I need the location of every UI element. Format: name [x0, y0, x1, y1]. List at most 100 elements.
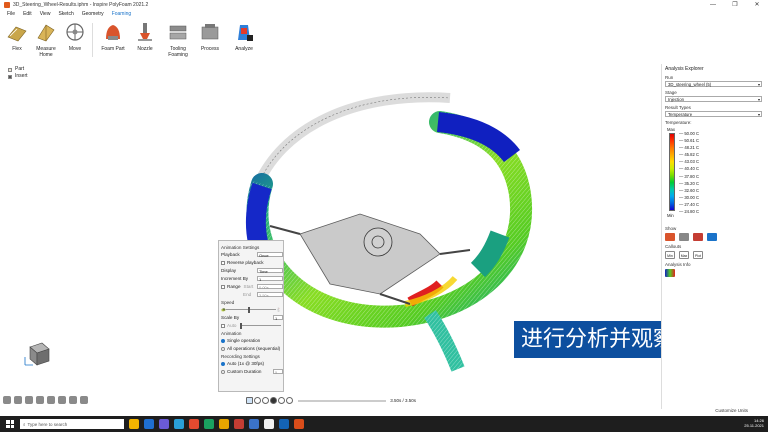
view-tool-icon[interactable]	[36, 396, 44, 404]
taskbar-app-icon[interactable]	[189, 419, 199, 429]
animation-settings-toggle-icon[interactable]	[246, 397, 253, 404]
hub	[363, 227, 393, 257]
stage-select[interactable]: Injection	[665, 96, 762, 103]
playback-bar: 3.50s / 3.50s	[246, 396, 416, 405]
reverse-row: Reverse playback	[221, 259, 281, 266]
auto-fps-radio[interactable]	[221, 361, 225, 366]
view-cube[interactable]	[22, 339, 52, 369]
menu-edit[interactable]: Edit	[19, 10, 36, 19]
view-tool-icon[interactable]	[69, 396, 77, 404]
taskbar-search[interactable]: ⌕ Type here to search	[20, 419, 124, 429]
timeline-slider[interactable]	[298, 399, 387, 402]
taskbar-app-icon[interactable]	[279, 419, 289, 429]
taskbar-app-icon[interactable]	[219, 419, 229, 429]
show-nozzle-icon[interactable]	[693, 233, 703, 241]
taskbar-app-icon[interactable]	[144, 419, 154, 429]
run-select[interactable]: 3D_steering_wheel (5)	[665, 81, 762, 88]
next-frame-icon[interactable]	[286, 397, 293, 404]
legend-tick: — 27.40 C	[679, 201, 700, 207]
menu-foaming[interactable]: Foaming	[107, 10, 136, 20]
speed-slider[interactable]	[225, 306, 277, 313]
analyze-button[interactable]: Analyze	[227, 21, 261, 52]
reverse-checkbox[interactable]	[221, 260, 225, 265]
taskbar-app-icon[interactable]	[294, 419, 304, 429]
maximize-button[interactable]: ❐	[724, 0, 746, 10]
play-icon[interactable]	[278, 397, 285, 404]
show-part-icon[interactable]	[665, 233, 675, 241]
playback-select[interactable]: Once	[257, 252, 283, 258]
custom-duration-input[interactable]: 5	[273, 369, 283, 375]
menu-file[interactable]: File	[3, 10, 19, 19]
animation-label: Animation	[221, 331, 242, 336]
display-select[interactable]: Time	[257, 268, 283, 274]
units-status[interactable]: Customize Units	[715, 408, 748, 413]
single-op-radio[interactable]	[221, 338, 225, 343]
menu-view[interactable]: View	[36, 10, 55, 19]
increment-input[interactable]: 1	[257, 276, 283, 282]
temperature-legend: Max Min — 50.00 C — 50.61 C — 48.21 C — 45.…	[665, 127, 765, 223]
custom-duration-radio[interactable]	[221, 369, 225, 374]
legend-tick: — 45.82 C	[679, 152, 700, 158]
scale-slider[interactable]	[240, 322, 281, 329]
prev-frame-icon[interactable]	[262, 397, 269, 404]
callout-max-icon[interactable]: Max	[679, 251, 689, 259]
range-checkbox[interactable]	[221, 284, 225, 289]
taskbar: ⌕ Type here to search 14:26 25.11.2021	[0, 416, 768, 432]
show-insert-icon[interactable]	[679, 233, 689, 241]
taskbar-app-icon[interactable]	[174, 419, 184, 429]
callout-min-icon[interactable]: Min	[665, 251, 675, 259]
system-clock[interactable]: 14:26 25.11.2021	[744, 418, 764, 428]
menu-sketch[interactable]: Sketch	[54, 10, 77, 19]
start-input[interactable]: 0.00s	[257, 284, 283, 290]
explorer-title: Analysis Explorer	[665, 66, 704, 72]
first-frame-icon[interactable]	[254, 397, 261, 404]
analysis-info-icon[interactable]	[665, 269, 675, 277]
view-tool-icon[interactable]	[47, 396, 55, 404]
foam-part-button[interactable]: Foam Part	[96, 21, 130, 52]
view-tool-icon[interactable]	[58, 396, 66, 404]
increment-label: Increment By	[221, 276, 249, 281]
analysis-explorer: Analysis Explorer Run 3D_steering_wheel …	[661, 64, 768, 409]
taskbar-app-icon[interactable]	[249, 419, 259, 429]
menu-geometry[interactable]: Geometry	[78, 10, 108, 19]
auto-scale-checkbox[interactable]	[221, 323, 225, 328]
callout-plot-icon[interactable]: Plot	[693, 251, 703, 259]
taskbar-app-icon[interactable]	[129, 419, 139, 429]
taskbar-app-icon[interactable]	[204, 419, 214, 429]
nozzle-button[interactable]: Nozzle	[128, 21, 162, 52]
range-label: Range	[227, 284, 241, 289]
view-tool-icon[interactable]	[25, 396, 33, 404]
measure-icon	[35, 21, 57, 43]
windows-start-icon[interactable]	[6, 420, 14, 428]
all-op-radio[interactable]	[221, 346, 225, 351]
taskbar-app-icon[interactable]	[234, 419, 244, 429]
end-row: End 3.50s	[221, 291, 283, 298]
tooling-foaming-button[interactable]: Tooling Foaming	[161, 21, 195, 58]
minimize-button[interactable]: —	[702, 0, 724, 10]
legend-color-bar	[669, 133, 675, 211]
nozzle-icon	[134, 21, 156, 43]
scale-label: Scale By	[221, 315, 240, 320]
custom-duration-row: Custom Duration 5	[221, 368, 283, 375]
result-types-select[interactable]: Temperature	[665, 111, 762, 118]
move-button[interactable]: Move	[58, 21, 92, 52]
foam-part-icon	[102, 21, 124, 43]
taskbar-app-icon[interactable]	[159, 419, 169, 429]
view-tool-icon[interactable]	[14, 396, 22, 404]
legend-tick: — 37.80 C	[679, 173, 700, 179]
process-button[interactable]: Process	[193, 21, 227, 52]
cold-segment-top	[436, 112, 520, 163]
analyze-label: Analyze	[235, 46, 253, 52]
view-tool-icon[interactable]	[80, 396, 88, 404]
show-mesh-icon[interactable]	[707, 233, 717, 241]
playback-label: Playback	[221, 252, 240, 257]
view-tool-icon[interactable]	[3, 396, 11, 404]
taskbar-search-text: Type here to search	[27, 421, 68, 427]
close-button[interactable]: ✕	[746, 0, 768, 10]
end-input[interactable]: 3.50s	[257, 292, 283, 298]
record-icon[interactable]	[270, 397, 277, 404]
taskbar-app-icon[interactable]	[264, 419, 274, 429]
speed-label: Speed	[221, 300, 235, 305]
taskbar-apps	[124, 419, 304, 429]
scale-input[interactable]: 1	[273, 315, 283, 321]
